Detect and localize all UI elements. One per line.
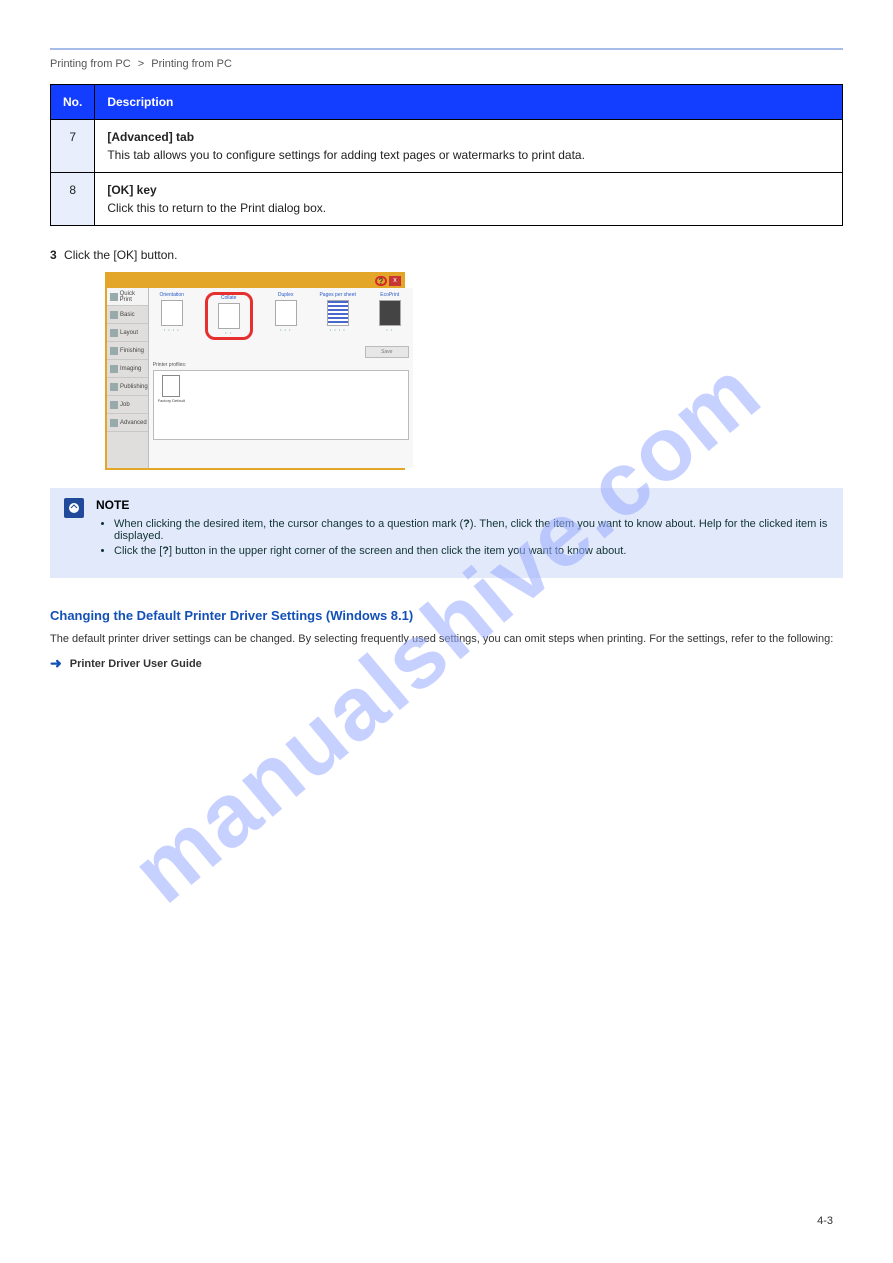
profiles-label: Printer profiles: [153, 362, 409, 368]
main-panel: Orientation • • • • Collate • • Duplex [149, 288, 413, 468]
note-item: Click the [?] button in the upper right … [114, 545, 829, 557]
option-ecoprint[interactable]: EcoPrint • • [371, 292, 409, 332]
gear-icon [110, 419, 118, 427]
cell-no: 7 [51, 120, 95, 173]
sidebar-tab-job[interactable]: Job [107, 396, 148, 414]
cell-desc: [Advanced] tab This tab allows you to co… [95, 120, 843, 173]
option-duplex[interactable]: Duplex • • • [267, 292, 305, 332]
option-pages-per-sheet[interactable]: Pages per sheet • • • • [319, 292, 357, 332]
breadcrumb: Printing from PC > Printing from PC [50, 58, 843, 70]
staple-icon [110, 347, 118, 355]
note-icon [64, 498, 84, 518]
table-row: 7 [Advanced] tab This tab allows you to … [51, 120, 843, 173]
breadcrumb-b: Printing from PC [151, 58, 232, 70]
page-icon [110, 311, 118, 319]
note-box: NOTE When clicking the desired item, the… [50, 488, 843, 578]
collate-highlight-ring: Collate • • [205, 292, 253, 340]
cell-title: [OK] key [107, 183, 156, 197]
breadcrumb-a: Printing from PC [50, 58, 131, 70]
cell-title: [Advanced] tab [107, 130, 194, 144]
layout-icon [110, 329, 118, 337]
image-icon [110, 365, 118, 373]
driver-screenshot: ? x Quick Print Basic Layout Finishing I… [105, 272, 405, 470]
profile-item[interactable]: Factory Default [158, 375, 185, 403]
top-rule [50, 48, 843, 50]
quick-options-row: Orientation • • • • Collate • • Duplex [153, 292, 409, 340]
note-list: When clicking the desired item, the curs… [96, 518, 829, 557]
printer-icon [110, 293, 118, 301]
col-desc: Description [95, 85, 843, 120]
cell-detail: Click this to return to the Print dialog… [107, 201, 830, 215]
save-button[interactable]: Save [365, 346, 409, 358]
info-table: No. Description 7 [Advanced] tab This ta… [50, 84, 843, 226]
option-collate[interactable]: Collate • • [210, 295, 248, 335]
profile-thumb-icon [162, 375, 180, 397]
option-orientation[interactable]: Orientation • • • • [153, 292, 191, 332]
note-heading: NOTE [96, 498, 829, 512]
arrow-icon: ➜ [50, 655, 62, 672]
ecoprint-icon [379, 300, 401, 326]
cell-desc: [OK] key Click this to return to the Pri… [95, 173, 843, 226]
help-button[interactable]: ? [375, 276, 387, 286]
window-titlebar: ? x [107, 274, 403, 288]
sidebar-tab-advanced[interactable]: Advanced [107, 414, 148, 432]
cell-no: 8 [51, 173, 95, 226]
step-number: 3 [50, 248, 57, 262]
reference-line: ➜ Printer Driver User Guide [50, 655, 843, 672]
close-button[interactable]: x [389, 276, 401, 286]
cell-detail: This tab allows you to configure setting… [107, 148, 830, 162]
reference-text[interactable]: Printer Driver User Guide [70, 658, 202, 670]
sidebar-tab-quickprint[interactable]: Quick Print [107, 288, 148, 306]
sidebar-tab-layout[interactable]: Layout [107, 324, 148, 342]
step-text: Click the [OK] button. [64, 248, 177, 262]
collate-icon [218, 303, 240, 329]
note-body: NOTE When clicking the desired item, the… [96, 498, 829, 560]
sidebar-tab-imaging[interactable]: Imaging [107, 360, 148, 378]
table-header-row: No. Description [51, 85, 843, 120]
table-row: 8 [OK] key Click this to return to the P… [51, 173, 843, 226]
book-icon [110, 383, 118, 391]
pages-per-sheet-icon [327, 300, 349, 326]
job-icon [110, 401, 118, 409]
breadcrumb-sep: > [138, 58, 144, 70]
paragraph: The default printer driver settings can … [50, 633, 843, 645]
page-number: 4-3 [817, 1215, 833, 1227]
section-heading: Changing the Default Printer Driver Sett… [50, 608, 843, 623]
sidebar-tab-publishing[interactable]: Publishing [107, 378, 148, 396]
profile-name: Factory Default [158, 399, 185, 403]
sidebar: Quick Print Basic Layout Finishing Imagi… [107, 288, 149, 468]
col-no: No. [51, 85, 95, 120]
step-line: 3 Click the [OK] button. [50, 248, 843, 262]
orientation-icon [161, 300, 183, 326]
sidebar-tab-finishing[interactable]: Finishing [107, 342, 148, 360]
sidebar-tab-basic[interactable]: Basic [107, 306, 148, 324]
profiles-box: Factory Default [153, 370, 409, 440]
note-item: When clicking the desired item, the curs… [114, 518, 829, 542]
duplex-icon [275, 300, 297, 326]
